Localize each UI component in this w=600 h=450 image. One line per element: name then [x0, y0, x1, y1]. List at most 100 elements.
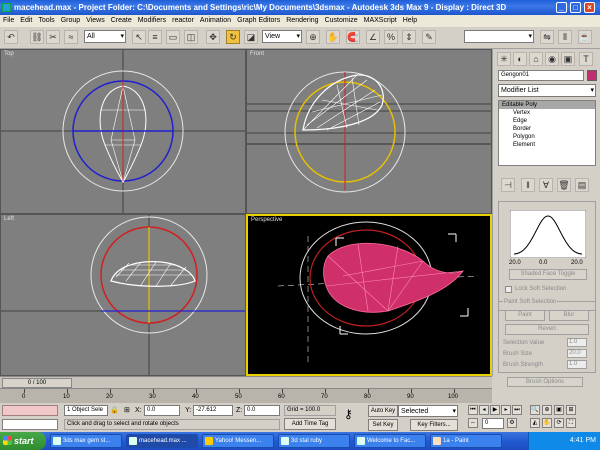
unlink-icon[interactable]: ✂: [46, 30, 60, 44]
modify-tab-icon[interactable]: ◐: [513, 52, 527, 66]
minimize-button[interactable]: _: [556, 2, 567, 13]
menu-help[interactable]: Help: [400, 15, 420, 27]
menu-graph-editors[interactable]: Graph Editors: [234, 15, 283, 27]
stack-item-polygon[interactable]: Polygon: [499, 133, 595, 141]
menu-modifiers[interactable]: Modifiers: [135, 15, 169, 27]
angle-snap-icon[interactable]: ∠: [366, 30, 380, 44]
add-time-tag-button[interactable]: Add Time Tag: [284, 418, 336, 430]
brush-strength-spinner[interactable]: 1.0: [567, 360, 587, 369]
select-link-icon[interactable]: ⛓: [30, 30, 44, 44]
select-rotate-icon[interactable]: ↻: [226, 30, 240, 44]
select-by-name-icon[interactable]: ≡: [148, 30, 162, 44]
arc-rotate-icon[interactable]: ⟳: [554, 418, 564, 428]
taskbar-item[interactable]: 3d stal ruby: [278, 434, 350, 448]
make-unique-icon[interactable]: ∀: [539, 178, 553, 192]
object-name-field[interactable]: Gengon01: [498, 70, 584, 81]
stack-item-vertex[interactable]: Vertex: [499, 109, 595, 117]
create-tab-icon[interactable]: ✳: [497, 52, 511, 66]
mirror-icon[interactable]: ⇋: [540, 30, 554, 44]
taskbar-item[interactable]: Yahoo! Messen...: [202, 434, 274, 448]
rectangular-region-icon[interactable]: ▭: [166, 30, 180, 44]
hierarchy-tab-icon[interactable]: ⌂: [529, 52, 543, 66]
menu-file[interactable]: File: [0, 15, 17, 27]
named-selection-sets-dropdown[interactable]: [464, 30, 534, 43]
menu-maxscript[interactable]: MAXScript: [361, 15, 400, 27]
play-icon[interactable]: ▶: [490, 405, 500, 415]
reference-coordinate-dropdown[interactable]: View: [262, 30, 302, 43]
stack-item-border[interactable]: Border: [499, 125, 595, 133]
align-icon[interactable]: ⫴: [558, 30, 572, 44]
time-slider-thumb[interactable]: 0 / 100: [2, 378, 72, 388]
viewport-front[interactable]: Front: [246, 49, 492, 214]
configure-sets-icon[interactable]: ▤: [575, 178, 589, 192]
x-coordinate-field[interactable]: 0.0: [144, 405, 180, 416]
select-manipulate-icon[interactable]: ✋: [326, 30, 340, 44]
menu-animation[interactable]: Animation: [197, 15, 234, 27]
select-move-icon[interactable]: ✥: [206, 30, 220, 44]
pan-icon[interactable]: ✋: [542, 418, 552, 428]
remove-modifier-icon[interactable]: 🗑: [557, 178, 571, 192]
taskbar-item[interactable]: macehead.max ...: [126, 434, 198, 448]
z-coordinate-field[interactable]: 0.0: [244, 405, 280, 416]
current-frame-field[interactable]: 0: [482, 418, 504, 429]
select-scale-icon[interactable]: ◪: [244, 30, 258, 44]
blur-button[interactable]: Blur: [549, 310, 589, 321]
brush-size-spinner[interactable]: 20.0: [567, 349, 587, 358]
key-filters-button[interactable]: Key Filters...: [410, 419, 458, 431]
window-crossing-icon[interactable]: ◫: [184, 30, 198, 44]
modifier-list-dropdown[interactable]: Modifier List: [498, 84, 596, 97]
maxscript-input-mini[interactable]: [2, 419, 58, 430]
menu-reactor[interactable]: reactor: [169, 15, 197, 27]
lock-selection-icon[interactable]: 🔒: [110, 405, 119, 416]
stack-item-edge[interactable]: Edge: [499, 117, 595, 125]
zoom-extents-icon[interactable]: ▣: [554, 405, 564, 415]
viewport-perspective[interactable]: Perspective: [246, 214, 492, 376]
zoom-all-icon[interactable]: ⊕: [542, 405, 552, 415]
key-mode-toggle-icon[interactable]: ⇔: [468, 418, 478, 428]
utilities-tab-icon[interactable]: T: [579, 52, 593, 66]
menu-edit[interactable]: Edit: [17, 15, 35, 27]
taskbar-item[interactable]: 3ds max gem st...: [50, 434, 122, 448]
menu-customize[interactable]: Customize: [322, 15, 361, 27]
revert-button[interactable]: Revert: [505, 324, 589, 335]
clock[interactable]: 4:41 PM: [570, 437, 596, 444]
key-mode-dropdown[interactable]: Selected: [398, 405, 458, 417]
bind-space-warp-icon[interactable]: ≈: [64, 30, 78, 44]
close-button[interactable]: ×: [584, 2, 595, 13]
menu-rendering[interactable]: Rendering: [283, 15, 321, 27]
selection-filter-dropdown[interactable]: All: [84, 30, 126, 43]
time-configuration-icon[interactable]: ⚙: [507, 418, 517, 428]
select-object-icon[interactable]: ↖: [132, 30, 146, 44]
go-to-end-icon[interactable]: ⏭: [512, 405, 522, 415]
render-icon[interactable]: ☕: [578, 30, 592, 44]
stack-item-editable-poly[interactable]: Editable Poly: [499, 101, 595, 109]
selection-value-spinner[interactable]: 1.0: [567, 338, 587, 347]
percent-snap-icon[interactable]: %: [384, 30, 398, 44]
lock-soft-selection-checkbox[interactable]: [505, 286, 512, 293]
maximize-button[interactable]: □: [570, 2, 581, 13]
set-key-button[interactable]: Set Key: [368, 419, 398, 431]
viewport-top[interactable]: Top: [0, 49, 246, 214]
undo-icon[interactable]: ↶: [4, 30, 18, 44]
taskbar-item[interactable]: 1a - Paint: [430, 434, 502, 448]
next-frame-icon[interactable]: ▸: [501, 405, 511, 415]
absolute-mode-icon[interactable]: ⊞: [124, 405, 130, 416]
track-bar[interactable]: 0 10 20 30 40 50 60 70 80 90 100: [0, 388, 492, 403]
stack-item-element[interactable]: Element: [499, 141, 595, 149]
start-button[interactable]: start: [0, 432, 46, 450]
viewport-left[interactable]: Left: [0, 214, 246, 376]
paint-button[interactable]: Paint: [505, 310, 545, 321]
show-end-result-icon[interactable]: ‖: [521, 178, 535, 192]
snaps-toggle-icon[interactable]: 🧲: [346, 30, 360, 44]
y-coordinate-field[interactable]: -27.612: [193, 405, 233, 416]
zoom-extents-all-icon[interactable]: ⊞: [566, 405, 576, 415]
field-of-view-icon[interactable]: ◭: [530, 418, 540, 428]
brush-options-button[interactable]: Brush Options: [507, 377, 583, 387]
named-selection-icon[interactable]: ✎: [422, 30, 436, 44]
menu-views[interactable]: Views: [83, 15, 108, 27]
go-to-start-icon[interactable]: ⏮: [468, 405, 478, 415]
time-slider[interactable]: 0 / 100: [0, 376, 492, 388]
display-tab-icon[interactable]: ▣: [561, 52, 575, 66]
spinner-snap-icon[interactable]: ⇕: [402, 30, 416, 44]
taskbar-item[interactable]: Welcome to Fac...: [354, 434, 426, 448]
